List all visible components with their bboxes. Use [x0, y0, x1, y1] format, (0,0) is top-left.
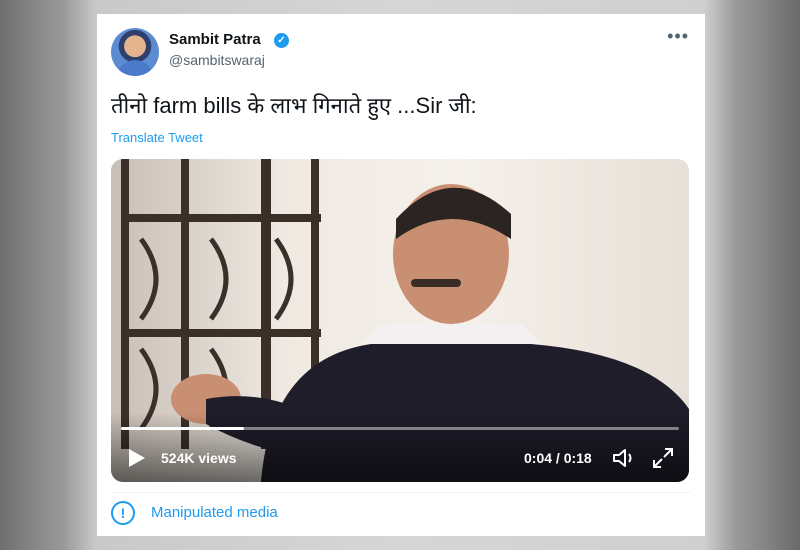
translate-link[interactable]: Translate Tweet	[111, 130, 203, 145]
more-icon[interactable]: •••	[667, 26, 689, 47]
fullscreen-icon[interactable]	[651, 446, 675, 470]
video-controls-overlay	[111, 412, 689, 482]
tweet-text: तीनो farm bills के लाभ गिनाते हुए ...Sir…	[111, 93, 477, 118]
tweet-card: Sambit Patra ✓ @sambitswaraj ••• तीनो fa…	[97, 14, 705, 536]
video-time: 0:04 / 0:18	[524, 450, 592, 466]
author-name[interactable]: Sambit Patra	[169, 31, 261, 48]
author-handle[interactable]: @sambitswaraj	[169, 52, 265, 68]
video-progress-fill	[121, 427, 244, 430]
video-player[interactable]: 524K views 0:04 / 0:18	[111, 159, 689, 482]
view-count: 524K views	[161, 450, 237, 466]
author-avatar[interactable]	[111, 28, 159, 76]
play-icon[interactable]	[125, 447, 147, 469]
manipulated-media-label[interactable]: Manipulated media	[151, 504, 278, 521]
avatar-shoulders	[117, 60, 153, 76]
verified-badge-icon: ✓	[274, 33, 289, 48]
divider	[111, 492, 691, 493]
volume-icon[interactable]	[611, 446, 637, 470]
video-progress-bar[interactable]	[121, 427, 679, 430]
info-icon: !	[111, 501, 135, 525]
